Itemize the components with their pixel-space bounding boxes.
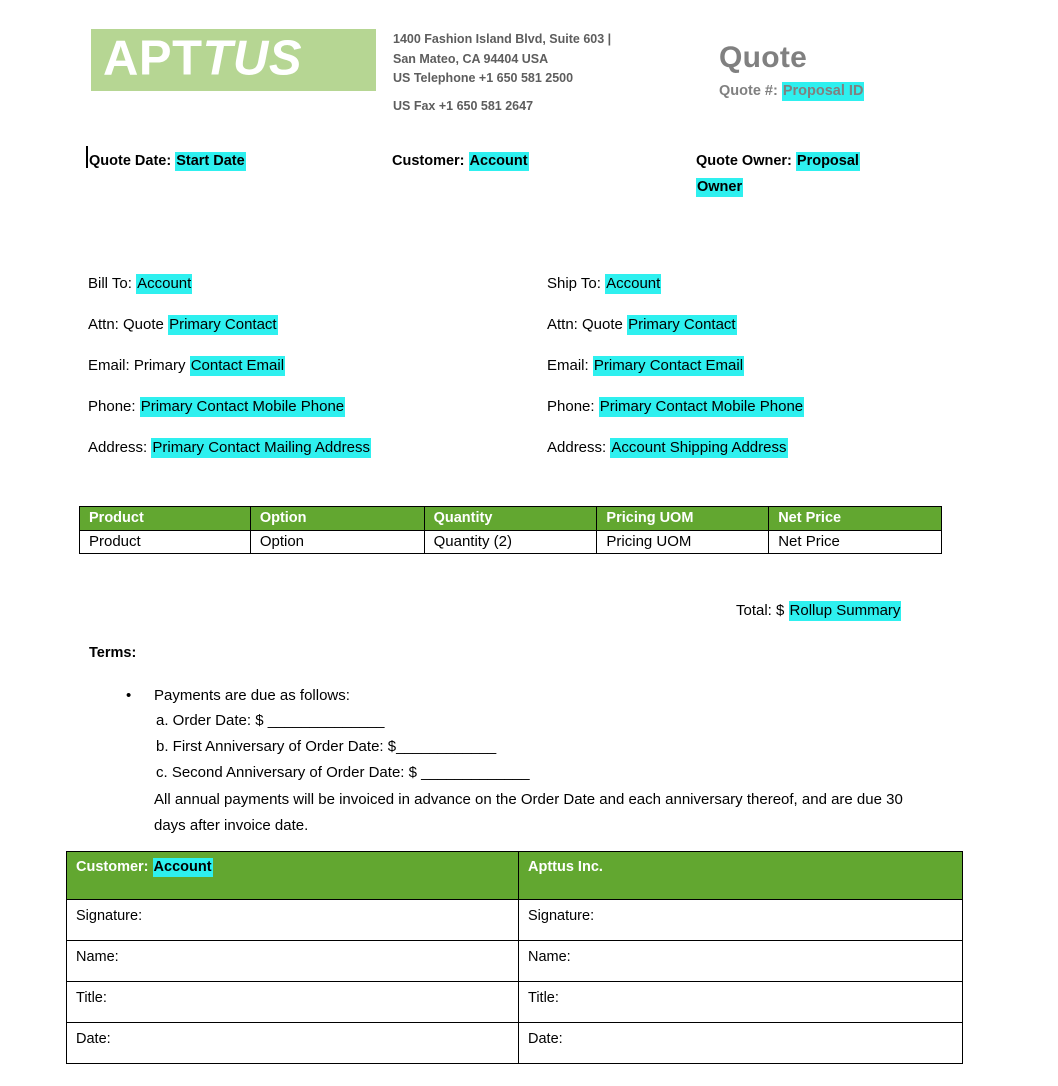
ship-to-title-row: Ship To: Account	[547, 263, 987, 304]
bill-to-email-value[interactable]: Contact Email	[189, 356, 286, 376]
customer-field: Customer: Account	[392, 148, 529, 174]
quote-number-label: Quote #:	[719, 83, 778, 99]
terms-sub-item-b: b. First Anniversary of Order Date: $___…	[156, 738, 497, 755]
column-header-pricing-uom: Pricing UOM	[596, 506, 770, 531]
customer-title-cell[interactable]: Title:	[66, 981, 519, 1023]
signature-table: Customer: Account Apttus Inc. Signature:…	[66, 851, 963, 1064]
address-line-3-telephone: US Telephone +1 650 581 2500	[393, 71, 574, 85]
customer-signature-cell[interactable]: Signature:	[66, 899, 519, 941]
signature-customer-label: Customer:	[76, 859, 149, 875]
bill-to-attn-row: Attn: Quote Primary Contact	[88, 304, 528, 345]
ship-to-account-value[interactable]: Account	[605, 274, 662, 294]
address-line-1: 1400 Fashion Island Blvd, Suite 603 |	[393, 32, 612, 46]
logo-text-upright: APT	[103, 31, 203, 86]
column-header-product: Product	[79, 506, 251, 531]
quote-date-value[interactable]: Start Date	[175, 152, 246, 171]
ship-to-phone-value[interactable]: Primary Contact Mobile Phone	[598, 397, 805, 417]
quote-document-page: APTTUS 1400 Fashion Island Blvd, Suite 6…	[0, 0, 1058, 1086]
ship-to-address-row: Address: Account Shipping Address	[547, 427, 987, 468]
ship-to-phone-label: Phone:	[547, 398, 595, 415]
bill-to-email-label: Email: Primary	[88, 357, 186, 374]
ship-to-block: Ship To: Account Attn: Quote Primary Con…	[547, 263, 987, 468]
company-address-block: 1400 Fashion Island Blvd, Suite 603 | Sa…	[393, 30, 643, 116]
ship-to-address-value[interactable]: Account Shipping Address	[610, 438, 788, 458]
quote-owner-label: Quote Owner:	[696, 153, 792, 169]
apttus-name-cell[interactable]: Name:	[518, 940, 963, 982]
quote-date-field: Quote Date: Start Date	[89, 148, 246, 174]
ship-to-address-label: Address:	[547, 439, 607, 456]
column-header-quantity: Quantity	[423, 506, 598, 531]
apttus-title-cell[interactable]: Title:	[518, 981, 963, 1023]
bill-to-address-row: Address: Primary Contact Mailing Address	[88, 427, 528, 468]
ship-to-label: Ship To:	[547, 275, 601, 292]
table-row: Date: Date:	[66, 1022, 963, 1064]
ship-to-attn-label: Attn: Quote	[547, 316, 623, 333]
cell-pricing-uom: Pricing UOM	[596, 530, 770, 554]
quote-date-label: Quote Date:	[89, 153, 172, 169]
column-header-net-price: Net Price	[768, 506, 942, 531]
bill-to-account-value[interactable]: Account	[136, 274, 193, 294]
ship-to-attn-row: Attn: Quote Primary Contact	[547, 304, 987, 345]
cell-net-price: Net Price	[768, 530, 942, 554]
column-header-option: Option	[249, 506, 425, 531]
apttus-logo-text: APTTUS	[103, 31, 302, 86]
signature-header-customer: Customer: Account	[66, 851, 519, 900]
page-title: Quote	[719, 41, 808, 74]
signature-customer-value[interactable]: Account	[152, 858, 213, 877]
signature-table-header-row: Customer: Account Apttus Inc.	[66, 851, 963, 900]
apttus-logo: APTTUS	[91, 29, 376, 91]
terms-paragraph: All annual payments will be invoiced in …	[154, 791, 903, 834]
cell-option: Option	[249, 530, 425, 554]
ship-to-email-row: Email: Primary Contact Email	[547, 345, 987, 386]
table-row: Title: Title:	[66, 981, 963, 1023]
total-line: Total: $ Rollup Summary	[736, 601, 902, 621]
table-row: Name: Name:	[66, 940, 963, 982]
logo-text-italic: TUS	[202, 31, 302, 86]
product-line-items-table: Product Option Quantity Pricing UOM Net …	[79, 506, 942, 554]
total-label: Total: $	[736, 602, 785, 619]
customer-value[interactable]: Account	[468, 152, 529, 171]
bill-to-label: Bill To:	[88, 275, 132, 292]
ship-to-email-label: Email:	[547, 357, 589, 374]
quote-owner-field: Quote Owner: Proposal Owner	[696, 148, 901, 200]
cell-product: Product	[79, 530, 251, 554]
bill-to-address-label: Address:	[88, 439, 148, 456]
total-value[interactable]: Rollup Summary	[788, 601, 902, 621]
bill-to-attn-label: Attn: Quote	[88, 316, 164, 333]
signature-header-apttus: Apttus Inc.	[518, 851, 963, 900]
bill-to-phone-value[interactable]: Primary Contact Mobile Phone	[139, 397, 346, 417]
quote-number-value[interactable]: Proposal ID	[781, 82, 865, 101]
bill-to-title-row: Bill To: Account	[88, 263, 528, 304]
bill-to-email-row: Email: Primary Contact Email	[88, 345, 528, 386]
customer-date-cell[interactable]: Date:	[66, 1022, 519, 1064]
bullet-icon: •	[126, 687, 132, 704]
apttus-date-cell[interactable]: Date:	[518, 1022, 963, 1064]
quote-number-line: Quote #: Proposal ID	[719, 82, 865, 101]
terms-heading: Terms:	[89, 645, 137, 661]
terms-sub-item-c: c. Second Anniversary of Order Date: $ _…	[156, 764, 530, 781]
bill-to-phone-label: Phone:	[88, 398, 136, 415]
address-line-4-fax: US Fax +1 650 581 2647	[393, 98, 534, 113]
ship-to-phone-row: Phone: Primary Contact Mobile Phone	[547, 386, 987, 427]
terms-bullet-text: Payments are due as follows:	[154, 687, 350, 704]
customer-label: Customer:	[392, 153, 465, 169]
ship-to-email-value[interactable]: Primary Contact Email	[592, 356, 745, 376]
table-row: Signature: Signature:	[66, 899, 963, 941]
bill-to-attn-value[interactable]: Primary Contact	[168, 315, 278, 335]
address-line-2: San Mateo, CA 94404 USA	[393, 51, 549, 66]
bill-to-phone-row: Phone: Primary Contact Mobile Phone	[88, 386, 528, 427]
text-caret	[86, 146, 88, 168]
bill-to-address-value[interactable]: Primary Contact Mailing Address	[151, 438, 371, 458]
ship-to-attn-value[interactable]: Primary Contact	[627, 315, 737, 335]
bill-to-block: Bill To: Account Attn: Quote Primary Con…	[88, 263, 528, 468]
apttus-signature-cell[interactable]: Signature:	[518, 899, 963, 941]
terms-bullet-item: • Payments are due as follows:	[124, 683, 924, 708]
table-row: Product Option Quantity (2) Pricing UOM …	[79, 530, 942, 554]
cell-quantity: Quantity (2)	[423, 530, 598, 554]
customer-name-cell[interactable]: Name:	[66, 940, 519, 982]
terms-sub-item-a: a. Order Date: $ ______________	[156, 712, 385, 729]
product-table-header-row: Product Option Quantity Pricing UOM Net …	[79, 506, 942, 531]
terms-body: • Payments are due as follows: a. Order …	[124, 683, 924, 839]
